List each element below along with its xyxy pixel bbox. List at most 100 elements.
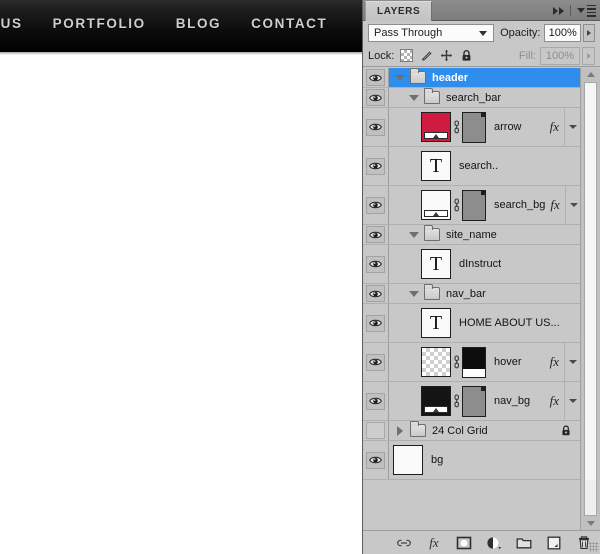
new-group-icon[interactable] [516,535,532,551]
site-nav-item-1[interactable]: PORTFOLIO [53,16,146,31]
scrollbar-track[interactable] [584,82,597,516]
lock-all-icon[interactable] [460,49,473,62]
layer-row-arrow[interactable]: arrow fx [363,108,581,147]
fill-input[interactable]: 100% [540,46,580,65]
eye-icon[interactable] [366,285,385,302]
panel-menu-icon[interactable] [577,4,596,17]
eye-icon[interactable] [366,392,385,410]
visibility-toggle[interactable] [363,441,389,479]
visibility-toggle[interactable] [363,225,389,244]
layer-effects-group[interactable]: fx [545,186,581,224]
site-nav-item-0[interactable]: OUT US [0,16,23,31]
layer-mask-thumbnail[interactable] [462,189,486,221]
layer-row-body[interactable]: 24 Col Grid [389,421,581,440]
eye-icon[interactable] [366,255,385,273]
layer-row-body[interactable]: T HOME ABOUT US... [389,304,581,342]
layer-thumbnail[interactable] [421,112,451,142]
mask-link-icon[interactable] [451,394,462,408]
layer-thumbnail[interactable]: T [421,308,451,338]
eye-icon[interactable] [366,353,385,371]
opacity-stepper-button[interactable] [583,24,595,42]
layer-row-body[interactable]: TdInstruct [389,245,581,283]
fx-icon[interactable]: fx [545,393,564,409]
link-layers-icon[interactable] [396,535,412,551]
new-layer-icon[interactable] [546,535,562,551]
eye-icon[interactable] [366,89,385,106]
layer-row-body[interactable]: bg [389,441,581,479]
add-layer-mask-icon[interactable] [456,535,472,551]
layer-row-body[interactable]: Tsearch.. [389,147,581,185]
layer-list-scrollbar[interactable] [580,68,600,530]
site-nav-item-2[interactable]: BLOG [176,16,221,31]
layer-effects-group[interactable]: fx [545,343,581,381]
visibility-toggle[interactable] [363,421,389,440]
layer-row-body[interactable]: search_bg fx [389,186,582,224]
opacity-input[interactable]: 100% [544,24,581,42]
site-nav-item-3[interactable]: CONTACT [251,16,327,31]
layer-thumbnail[interactable] [393,445,423,475]
lock-transparent-pixels-icon[interactable] [400,49,414,62]
eye-icon[interactable] [366,196,385,214]
layer-row-body[interactable]: site_name [389,225,581,244]
visibility-toggle[interactable] [363,304,389,342]
panel-resize-grip[interactable] [589,542,599,552]
layer-row-nav-bar[interactable]: nav_bar [363,284,581,304]
fx-icon[interactable]: fx [545,354,564,370]
scrollbar-thumb[interactable] [585,83,596,481]
visibility-toggle[interactable] [363,343,389,381]
visibility-toggle[interactable] [363,245,389,283]
layer-row-search-bg[interactable]: search_bg fx [363,186,581,225]
chevron-down-icon[interactable] [407,94,421,101]
eye-icon[interactable] [366,118,385,136]
layer-row-24-col-grid[interactable]: 24 Col Grid [363,421,581,441]
lock-image-pixels-icon[interactable] [420,49,433,62]
eye-off-icon[interactable] [366,422,385,439]
visibility-toggle[interactable] [363,284,389,303]
layer-thumbnail[interactable] [421,386,451,416]
eye-icon[interactable] [366,451,385,469]
layer-thumbnail[interactable] [421,347,451,377]
fill-stepper-button[interactable] [582,46,595,65]
layer-mask-thumbnail[interactable] [462,111,486,143]
fx-icon[interactable]: fx [545,197,564,213]
eye-icon[interactable] [366,69,385,86]
eye-icon[interactable] [366,314,385,332]
expand-effects-icon[interactable] [565,125,581,129]
layer-row-site-name[interactable]: site_name [363,225,581,245]
layer-effects-group[interactable]: fx [545,382,581,420]
visibility-toggle[interactable] [363,186,389,224]
layer-row-body[interactable]: hover fx [389,343,581,381]
tab-layers[interactable]: LAYERS [365,1,433,21]
blend-mode-select[interactable]: Pass Through [368,24,495,42]
layer-row-search[interactable]: Tsearch.. [363,147,581,186]
layer-row-body[interactable]: nav_bar [389,284,581,303]
layer-mask-thumbnail[interactable] [462,385,486,417]
new-adjustment-layer-icon[interactable] [486,535,502,551]
layer-row-body[interactable]: nav_bg fx [389,382,581,420]
eye-icon[interactable] [366,157,385,175]
layer-row-search-bar[interactable]: search_bar [363,88,581,108]
collapse-to-icons-icon[interactable] [553,6,564,15]
layer-row-nav-bg[interactable]: nav_bg fx [363,382,581,421]
layer-thumbnail[interactable] [421,190,451,220]
visibility-toggle[interactable] [363,382,389,420]
layer-row-body[interactable]: arrow fx [389,108,581,146]
mask-link-icon[interactable] [451,198,462,212]
visibility-toggle[interactable] [363,108,389,146]
visibility-toggle[interactable] [363,68,389,87]
fx-icon[interactable]: fx [545,119,564,135]
mask-link-icon[interactable] [451,120,462,134]
layer-row-body[interactable]: search_bar [389,88,581,107]
expand-effects-icon[interactable] [565,360,581,364]
layer-row-hover[interactable]: hover fx [363,343,581,382]
chevron-down-icon[interactable] [407,290,421,297]
layer-thumbnail[interactable]: T [421,249,451,279]
chevron-right-icon[interactable] [393,425,407,436]
layer-list[interactable]: header search_bar arrow fx Tsearch.. sear… [363,68,600,530]
layer-row-home-about-us[interactable]: T HOME ABOUT US... [363,304,581,343]
layer-row-body[interactable]: header [389,68,581,87]
mask-link-icon[interactable] [451,355,462,369]
layer-row-dinstruct[interactable]: TdInstruct [363,245,581,284]
layer-mask-thumbnail[interactable] [462,346,486,378]
visibility-toggle[interactable] [363,88,389,107]
